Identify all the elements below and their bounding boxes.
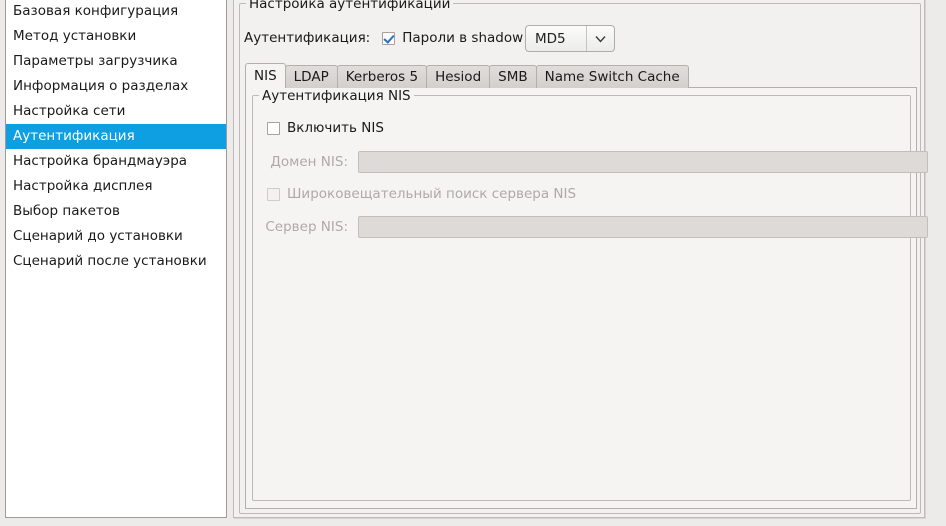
auth-groupbox-title: Настройка аутентификации — [246, 0, 454, 12]
auth-row-label: Аутентификация: — [244, 30, 371, 46]
nis-broadcast-label: Широковещательный поиск сервера NIS — [287, 186, 577, 202]
nis-auth-groupbox: Аутентификация NIS Включить NIS Домен NI… — [252, 88, 928, 501]
nis-server-input[interactable] — [358, 216, 928, 238]
nis-groupbox-title: Аутентификация NIS — [259, 88, 414, 104]
hash-algorithm-select[interactable]: MD5 — [525, 25, 615, 52]
auth-settings-groupbox: Настройка аутентификации Аутентификация:… — [239, 0, 928, 514]
sidebar-item-label: Базовая конфигурация — [13, 3, 179, 19]
sidebar-item-firewall-config[interactable]: Настройка брандмауэра — [6, 149, 226, 174]
tab-label: NIS — [254, 68, 277, 84]
nis-tab-page: Аутентификация NIS Включить NIS Домен NI… — [245, 87, 928, 509]
auth-tabbar[interactable]: NIS LDAP Kerberos 5 Hesiod SMB Name Swit… — [245, 63, 689, 88]
sidebar-item-authentication[interactable]: Аутентификация — [6, 124, 226, 149]
sidebar-item-package-selection[interactable]: Выбор пакетов — [6, 199, 226, 224]
enable-nis-label: Включить NIS — [287, 120, 384, 136]
sidebar-item-base-config[interactable]: Базовая конфигурация — [6, 0, 226, 24]
tab-hesiod[interactable]: Hesiod — [426, 65, 491, 88]
sidebar-item-display-config[interactable]: Настройка дисплея — [6, 174, 226, 199]
sidebar-item-label: Сценарий до установки — [13, 228, 183, 244]
sidebar-item-post-install-script[interactable]: Сценарий после установки — [6, 249, 226, 274]
tab-name-switch-cache[interactable]: Name Switch Cache — [535, 65, 689, 88]
auth-options-row: Аутентификация: Пароли в shadow — [244, 23, 523, 53]
tab-label: Hesiod — [435, 69, 482, 85]
tab-label: LDAP — [293, 69, 329, 85]
nis-domain-input[interactable] — [358, 151, 928, 173]
sidebar-item-label: Параметры загрузчика — [13, 53, 178, 69]
tab-kerberos5[interactable]: Kerberos 5 — [336, 65, 428, 88]
tab-label: Name Switch Cache — [544, 69, 680, 85]
sidebar-item-label: Настройка сети — [13, 103, 126, 119]
nis-broadcast-checkbox[interactable]: Широковещательный поиск сервера NIS — [267, 186, 576, 202]
tab-nis[interactable]: NIS — [245, 63, 286, 88]
sidebar-item-label: Выбор пакетов — [13, 203, 121, 219]
nis-broadcast-row: Широковещательный поиск сервера NIS — [267, 186, 576, 202]
nis-domain-row: Домен NIS: — [253, 151, 928, 173]
hash-algorithm-value: MD5 — [535, 30, 566, 47]
sidebar-item-install-method[interactable]: Метод установки — [6, 24, 226, 49]
tab-label: SMB — [498, 69, 528, 85]
checkbox-box — [267, 121, 280, 135]
sidebar-item-bootloader-params[interactable]: Параметры загрузчика — [6, 49, 226, 74]
tab-smb[interactable]: SMB — [489, 65, 537, 88]
sidebar-item-partition-info[interactable]: Информация о разделах — [6, 74, 226, 99]
sidebar-item-network-config[interactable]: Настройка сети — [6, 99, 226, 124]
enable-nis-row: Включить NIS — [267, 120, 384, 136]
sidebar-item-pre-install-script[interactable]: Сценарий до установки — [6, 224, 226, 249]
nis-server-row: Сервер NIS: — [253, 216, 928, 238]
authentication-settings-panel: Настройка аутентификации Аутентификация:… — [233, 0, 928, 518]
sidebar-item-label: Метод установки — [13, 28, 137, 44]
nis-server-label: Сервер NIS: — [265, 219, 348, 235]
sidebar-item-label: Сценарий после установки — [13, 253, 207, 269]
sidebar-item-label: Настройка брандмауэра — [13, 153, 188, 169]
sidebar-item-label: Информация о разделах — [13, 78, 189, 94]
sidebar-item-label: Настройка дисплея — [13, 178, 153, 194]
checkbox-box — [267, 187, 280, 201]
chevron-down-icon — [587, 35, 614, 43]
tab-ldap[interactable]: LDAP — [284, 65, 338, 88]
nis-domain-label: Домен NIS: — [270, 154, 348, 170]
shadow-passwords-label: Пароли в shadow — [402, 30, 524, 46]
enable-nis-checkbox[interactable]: Включить NIS — [267, 120, 384, 136]
shadow-passwords-checkbox[interactable]: Пароли в shadow — [382, 30, 523, 46]
sidebar-item-label: Аутентификация — [13, 128, 135, 144]
checkbox-box — [382, 31, 396, 45]
navigation-sidebar[interactable]: Базовая конфигурация Метод установки Пар… — [5, 0, 227, 518]
tab-label: Kerberos 5 — [345, 69, 419, 85]
